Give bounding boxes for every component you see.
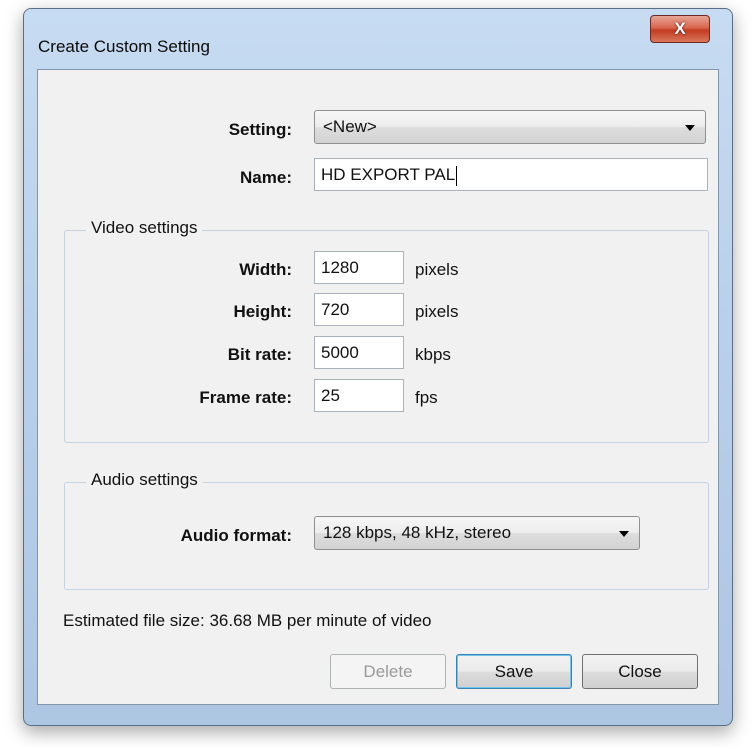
window-title: Create Custom Setting [38, 37, 210, 56]
estimated-file-size: Estimated file size: 36.68 MB per minute… [63, 611, 432, 630]
audio-format-value: 128 kbps, 48 kHz, stereo [323, 523, 512, 542]
bitrate-unit: kbps [415, 345, 451, 364]
audio-settings-title: Audio settings [86, 470, 203, 490]
audio-format-dropdown[interactable]: 128 kbps, 48 kHz, stereo [314, 516, 640, 550]
framerate-label: Frame rate: [199, 388, 292, 407]
width-unit: pixels [415, 260, 459, 279]
name-input-value: HD EXPORT PAL [321, 165, 456, 184]
save-button[interactable]: Save [456, 654, 572, 689]
bitrate-label: Bit rate: [227, 345, 292, 364]
setting-label: Setting: [228, 120, 292, 139]
width-label: Width: [239, 260, 292, 279]
setting-dropdown-value: <New> [323, 117, 377, 136]
setting-dropdown[interactable]: <New> [314, 110, 706, 144]
text-caret [456, 165, 458, 186]
window-close-button[interactable]: X [650, 15, 710, 43]
bitrate-input[interactable]: 5000 [314, 336, 404, 369]
chevron-down-icon [619, 531, 629, 537]
audio-format-label: Audio format: [180, 526, 292, 545]
height-label: Height: [233, 302, 292, 321]
framerate-unit: fps [415, 388, 438, 407]
name-label: Name: [240, 168, 292, 187]
framerate-input[interactable]: 25 [314, 379, 404, 412]
height-input[interactable]: 720 [314, 293, 404, 326]
video-settings-title: Video settings [86, 218, 203, 238]
dialog-window: Create Custom Setting X Setting: <New> N… [23, 8, 733, 726]
name-input[interactable]: HD EXPORT PAL [314, 158, 708, 191]
close-icon: X [674, 19, 686, 38]
chevron-down-icon [685, 125, 695, 131]
width-input[interactable]: 1280 [314, 251, 404, 284]
close-button[interactable]: Close [582, 654, 698, 689]
height-unit: pixels [415, 302, 459, 321]
dialog-client-area: Setting: <New> Name: HD EXPORT PAL Video… [37, 69, 719, 705]
delete-button[interactable]: Delete [330, 654, 446, 689]
